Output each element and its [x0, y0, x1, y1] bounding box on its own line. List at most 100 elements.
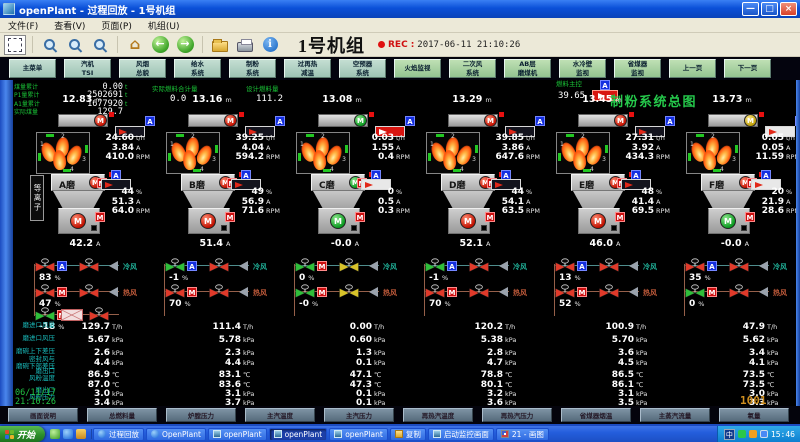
close-button[interactable]: × — [780, 2, 797, 16]
shortcut-button-6[interactable]: 再热汽温度 — [403, 408, 473, 422]
valve-icon[interactable] — [599, 258, 619, 278]
nav-button-2[interactable]: 汽机 TSI — [64, 59, 111, 78]
nav-button-11[interactable]: 水冷壁 监视 — [559, 59, 606, 78]
launcher-icon[interactable] — [76, 429, 86, 439]
coal-feeder-belt[interactable]: M — [578, 114, 628, 127]
valve-icon[interactable] — [79, 258, 99, 278]
shortcut-button-10[interactable]: 氧量 — [719, 408, 789, 422]
zoom-reset-button[interactable] — [89, 35, 111, 55]
nav-button-4[interactable]: 给水 系统 — [174, 59, 221, 78]
zoom-in-button[interactable] — [39, 35, 61, 55]
coal-feeder-belt[interactable]: M — [708, 114, 758, 127]
motor-icon: M — [744, 114, 757, 127]
table-cell: 0.00T/h — [318, 322, 392, 332]
valve-icon[interactable] — [469, 258, 489, 278]
nav-button-13[interactable]: 上一页 — [669, 59, 716, 78]
valve-icon[interactable] — [469, 284, 489, 304]
valve-icon[interactable] — [729, 258, 749, 278]
mill-body[interactable]: M — [708, 208, 750, 234]
nav-button-1[interactable]: 主菜单 — [9, 59, 56, 78]
coal-feeder-belt[interactable]: M — [448, 114, 498, 127]
mill-body[interactable]: M — [448, 208, 490, 234]
table-cell: 5.78kPa — [187, 335, 261, 345]
info-button[interactable]: i — [259, 35, 281, 55]
menu-item[interactable]: 机组(U) — [148, 19, 180, 32]
valve-icon[interactable] — [79, 284, 99, 304]
status-square — [741, 225, 747, 231]
menu-item[interactable]: 页面(P) — [101, 19, 131, 32]
back-button[interactable]: ← — [149, 35, 171, 55]
shortcut-button-9[interactable]: 主蒸汽流量 — [640, 408, 710, 422]
shortcut-button-1[interactable]: 画面说明 — [8, 408, 78, 422]
launcher-icon[interactable] — [50, 429, 60, 439]
menu-item[interactable]: 查看(V) — [54, 19, 85, 32]
menu-item[interactable]: 文件(F) — [8, 19, 38, 32]
open-file-button[interactable] — [209, 35, 231, 55]
manual-mode-badge: M — [225, 212, 235, 222]
task-label: 启动监控画面 — [444, 429, 489, 440]
tray-icon[interactable] — [738, 430, 746, 438]
home-button[interactable]: ⌂ — [124, 35, 146, 55]
shortcut-button-8[interactable]: 省煤器烟温 — [561, 408, 631, 422]
shortcut-button-3[interactable]: 炉膛压力 — [166, 408, 236, 422]
ime-indicator[interactable]: 中 — [724, 429, 735, 440]
magnifier-icon — [67, 37, 83, 53]
minimize-button[interactable]: — — [742, 2, 759, 16]
valve-icon[interactable] — [339, 284, 359, 304]
shortcut-button-2[interactable]: 总燃料量 — [87, 408, 157, 422]
auto-mode-badge: A — [600, 80, 610, 90]
motor-icon: M — [460, 213, 476, 229]
start-button[interactable]: 开始 — [0, 426, 45, 442]
taskbar-window-button[interactable]: openPlant — [269, 428, 328, 441]
coal-bunker-level: 13.73m — [699, 94, 765, 105]
taskbar-window-button[interactable]: 过程回放 — [93, 428, 144, 441]
taskbar-window-button[interactable]: openPlant — [329, 428, 388, 441]
nav-button-8[interactable]: 火焰监视 — [394, 59, 441, 78]
mill-body[interactable]: M — [318, 208, 360, 234]
nav-button-6[interactable]: 过再热 减温 — [284, 59, 331, 78]
tray-icon[interactable] — [760, 430, 768, 438]
valve-icon[interactable] — [339, 258, 359, 278]
taskbar-window-button[interactable]: OpenPlant — [146, 428, 206, 441]
select-tool-button[interactable] — [4, 35, 26, 55]
taskbar-window-button[interactable]: 启动监控画面 — [428, 428, 494, 441]
valve-icon[interactable] — [729, 284, 749, 304]
nav-button-5[interactable]: 制粉 系统 — [229, 59, 276, 78]
summary-unit: t — [125, 84, 134, 91]
shortcut-button-7[interactable]: 再热汽压力 — [482, 408, 552, 422]
auto-mode-badge: A — [577, 261, 587, 271]
valve-icon[interactable] — [209, 258, 229, 278]
nav-button-9[interactable]: 二次风 系统 — [449, 59, 496, 78]
nav-button-3[interactable]: 风烟 总貌 — [119, 59, 166, 78]
shortcut-button-5[interactable]: 主汽压力 — [324, 408, 394, 422]
maximize-button[interactable]: □ — [761, 2, 778, 16]
shortcut-button-4[interactable]: 主汽温度 — [245, 408, 315, 422]
browser-icon[interactable] — [63, 429, 73, 439]
mill-body[interactable]: M — [188, 208, 230, 234]
air-type-label: 热风 — [123, 288, 137, 298]
zoom-out-button[interactable] — [64, 35, 86, 55]
title-bar[interactable]: openPlant - 过程回放 - 1号机组 — □ × — [0, 0, 800, 18]
coal-feeder-belt[interactable]: M — [318, 114, 368, 127]
damper-position-value: -1% — [429, 273, 448, 283]
taskbar-window-button[interactable]: openPlant — [208, 428, 267, 441]
nav-button-7[interactable]: 空预器 系统 — [339, 59, 386, 78]
coal-feeder-belt[interactable]: M — [58, 114, 108, 127]
taskbar-window-button[interactable]: 21 - 画图 — [496, 428, 549, 441]
auto-mode-badge: A — [275, 116, 285, 126]
mill-body[interactable]: M — [578, 208, 620, 234]
table-cell: 2.6kPa — [56, 348, 130, 358]
print-button[interactable] — [234, 35, 256, 55]
nav-button-14[interactable]: 下一页 — [724, 59, 771, 78]
coal-feeder-belt[interactable]: M — [188, 114, 238, 127]
nav-button-12[interactable]: 省煤器 监视 — [614, 59, 661, 78]
manual-mode-badge: M — [317, 287, 327, 297]
nav-button-10[interactable]: AB层 磨煤机 — [504, 59, 551, 78]
tray-icon[interactable] — [749, 430, 757, 438]
valve-icon[interactable] — [209, 284, 229, 304]
valve-icon[interactable] — [599, 284, 619, 304]
taskbar-window-button[interactable]: 复制 — [390, 428, 426, 441]
mill-body[interactable]: M — [58, 208, 100, 234]
manual-mode-badge: M — [355, 212, 365, 222]
forward-button[interactable]: → — [174, 35, 196, 55]
